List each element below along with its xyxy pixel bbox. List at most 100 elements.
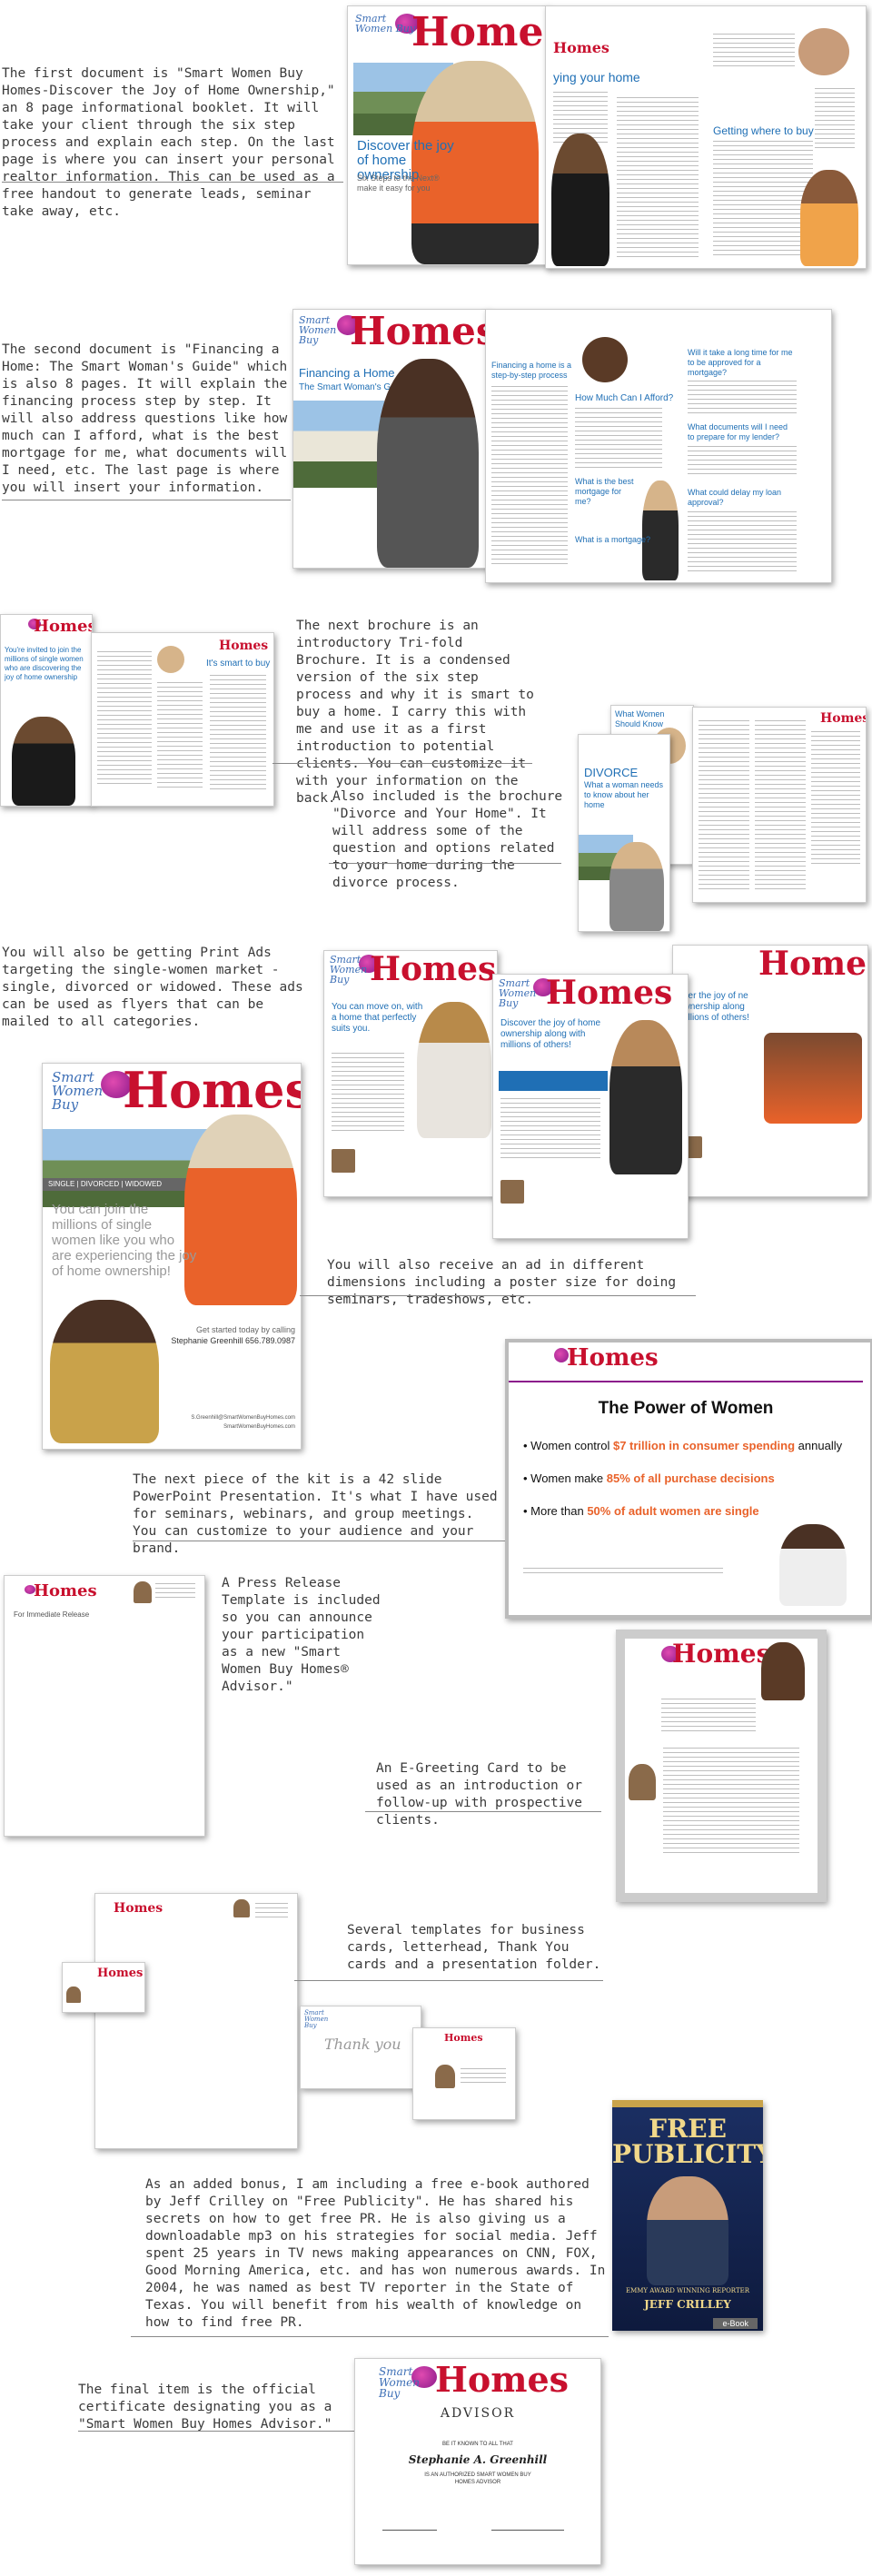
brand-smart-line: Smart Women Buy <box>299 314 337 346</box>
body-text-block <box>713 34 795 70</box>
brand-homes: Homes <box>435 2359 570 2400</box>
section-text-powerpoint: The next piece of the kit is a 42 slide … <box>133 1472 498 1556</box>
trifold-invite: You're invited to join the millions of s… <box>5 646 84 681</box>
financing-title: Financing a Home <box>299 366 395 380</box>
presentation-folder: Homes <box>412 2027 516 2120</box>
body-text-block <box>617 97 699 261</box>
brand-smart-line: Smart Women Buy <box>52 1069 104 1113</box>
divider <box>2 182 343 183</box>
bullet-highlight: 50% of adult women are single <box>587 1504 759 1518</box>
business-card-template: Homes <box>62 1962 145 2013</box>
agent-details <box>461 2068 506 2085</box>
bullet-highlight: 85% of all purchase decisions <box>606 1471 775 1485</box>
divorce-brochure-inside: Homes <box>692 707 867 903</box>
brand-smart-line: Smart Women Buy <box>499 977 537 1009</box>
section-text-ebook: As an added bonus, I am including a free… <box>145 2177 606 2330</box>
bullet-highlight: $7 trillion in consumer spending <box>612 1439 796 1452</box>
poster-web: SmartWomenBuyHomes.com <box>223 1424 295 1430</box>
inner-heading: Will it take a long time for me to be ap… <box>688 348 793 377</box>
body-text-block <box>157 682 203 791</box>
body-text-block <box>699 720 749 893</box>
bullet-text: annually <box>795 1439 843 1452</box>
body-text-block <box>713 141 813 259</box>
brand-homes: Homes <box>370 950 497 988</box>
cert-known: BE IT KNOWN TO ALL THAT <box>442 2442 513 2447</box>
woman-photo <box>184 1115 297 1305</box>
body-text-block <box>500 1098 600 1162</box>
section-text-e-greeting: An E-Greeting Card to be used as an intr… <box>376 1761 582 1828</box>
brand-homes: Homes <box>123 1063 302 1119</box>
financing-spread: Financing a home is a step-by-step proce… <box>485 309 832 583</box>
trifold-heading: It's smart to buy <box>206 659 271 669</box>
inner-heading: How Much Can I Afford? <box>575 393 674 403</box>
brand-homes: Homes <box>34 617 93 636</box>
section-text-press: A Press Release Template is included so … <box>222 1576 381 1694</box>
thank-you-card: Smart Women Buy Thank you <box>300 2006 421 2089</box>
inner-heading: Financing a home is a step-by-step proce… <box>491 361 572 380</box>
woman-photo <box>551 134 609 266</box>
divider <box>294 1980 603 1981</box>
agent-photo <box>66 1986 81 2003</box>
divider <box>365 1811 601 1812</box>
body-text-block <box>688 381 797 417</box>
divider <box>300 1295 696 1296</box>
bullet-text: Women make <box>530 1471 607 1485</box>
women-photo <box>50 1300 159 1443</box>
ebook-author: JEFF CRILLEY <box>644 2298 731 2311</box>
ebook-cover: FREE PUBLICITY EMMY AWARD WINNING REPORT… <box>612 2100 763 2331</box>
woman-photo <box>157 646 184 673</box>
booklet-spread: Homes ying your home Getting where to bu… <box>545 5 867 269</box>
inner-heading: What is a mortgage? <box>575 535 651 544</box>
agent-photo <box>500 1180 524 1204</box>
ebook-subtitle: EMMY AWARD WINNING REPORTER <box>625 2287 749 2294</box>
thank-you-script: Thank you <box>324 2036 401 2053</box>
poster-ad: Smart Women Buy Homes SINGLE | DIVORCED … <box>42 1063 302 1450</box>
divider <box>131 2336 609 2337</box>
section-text-templates: Several templates for business cards, le… <box>347 1923 601 1972</box>
agent-photo <box>435 2065 455 2088</box>
brand-smart-line: Smart Women Buy <box>355 13 416 35</box>
advisor-certificate: Smart Women Buy Homes ADVISOR BE IT KNOW… <box>354 2358 601 2565</box>
woman-photo <box>12 717 75 806</box>
ad-headline: Discover the joy of home ownership along… <box>500 1018 601 1050</box>
cover-subline: Six Steps to the Next® make it easy for … <box>357 173 440 193</box>
bullet-text: Women control <box>530 1439 613 1452</box>
body-text-block <box>97 651 152 788</box>
brand-homes: Homes <box>34 1581 97 1600</box>
body-text-block <box>332 1053 404 1134</box>
brand-homes: Homes <box>350 309 489 353</box>
body-text-block <box>575 408 662 471</box>
house-photo <box>293 401 384 488</box>
brand-smart-line: Smart Women Buy <box>304 2009 329 2029</box>
financing-cover: Smart Women Buy Homes Financing a Home T… <box>292 309 489 569</box>
powerpoint-slide: Homes The Power of Women • Women control… <box>505 1339 872 1619</box>
trifold-front: Homes You're invited to join the million… <box>0 614 93 807</box>
divider <box>272 763 532 764</box>
agent-details <box>255 1903 288 1917</box>
body-text-block <box>688 446 797 477</box>
inner-heading: What is the best mortgage for me? <box>575 477 634 506</box>
woman-photo <box>417 1002 491 1138</box>
body-text-block <box>688 511 797 575</box>
section-text-print-ads: You will also be getting Print Ads targe… <box>2 946 303 1029</box>
cert-signature <box>491 2513 564 2531</box>
woman-photo <box>609 1020 682 1174</box>
inner-heading: Getting where to buy <box>713 124 814 137</box>
brand-homes: Homes <box>672 1639 771 1669</box>
body-text-block <box>755 720 806 893</box>
slide-title: The Power of Women <box>598 1399 774 1418</box>
slide-bullet: • Women make 85% of all purchase decisio… <box>523 1471 775 1485</box>
section-text-poster: You will also receive an ad in different… <box>327 1258 677 1307</box>
brand-homes: Homes <box>567 1344 659 1372</box>
trifold-inside: It's smart to buy Homes <box>91 632 274 807</box>
brand-homes: Homes <box>114 1901 164 1916</box>
body-text-block <box>491 386 568 568</box>
agent-photo <box>233 1899 250 1917</box>
family-photo <box>764 1033 862 1124</box>
brand-homes: Homes <box>546 974 673 1012</box>
body-text-block <box>811 731 860 867</box>
body-text-block <box>663 1748 799 1857</box>
slide-footnote <box>523 1568 723 1577</box>
inner-heading: ying your home <box>553 70 640 84</box>
ebook-top-band <box>612 2100 763 2107</box>
